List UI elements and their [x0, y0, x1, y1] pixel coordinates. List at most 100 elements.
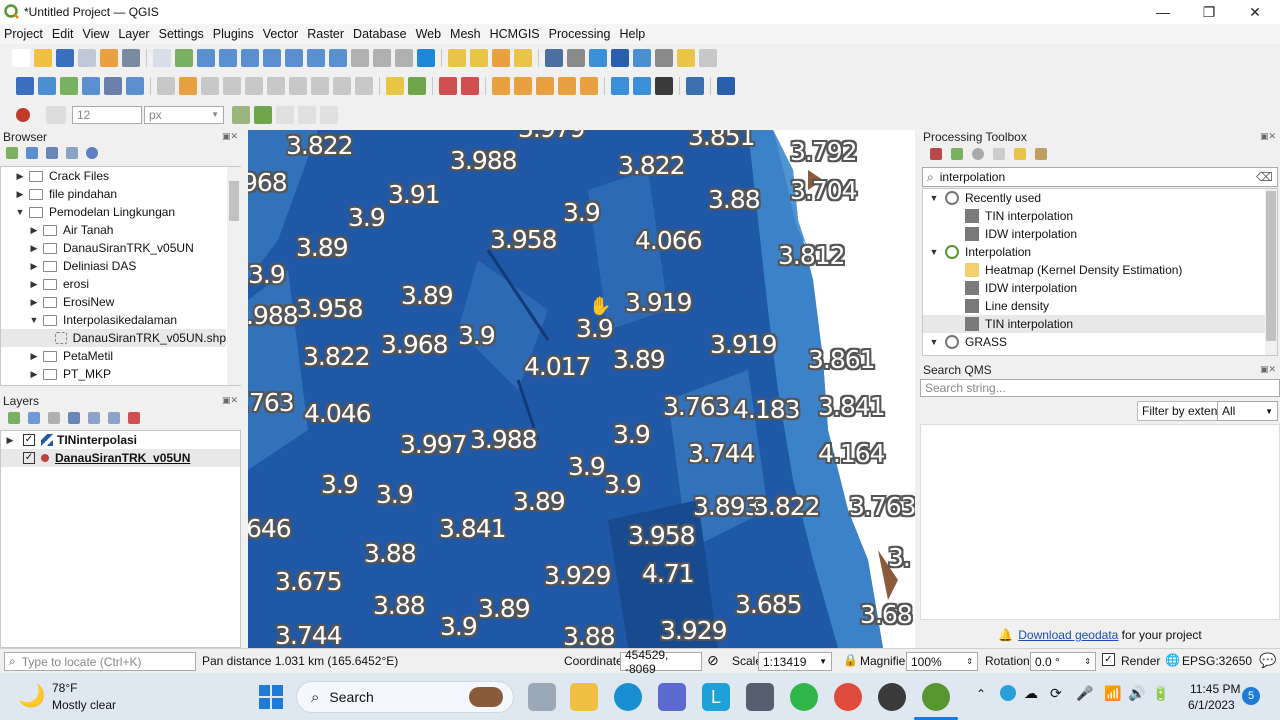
save-as-icon[interactable] [78, 48, 96, 67]
add-selected-icon[interactable] [6, 147, 18, 159]
qms-filter-select[interactable]: All ▼ [1217, 401, 1278, 421]
add-raster-icon[interactable] [82, 77, 100, 95]
refresh-icon[interactable] [417, 48, 435, 67]
collapsed-arrow-icon[interactable]: ▶ [29, 279, 39, 290]
pin-label-icon[interactable] [232, 105, 250, 124]
expanded-arrow-icon[interactable]: ▼ [929, 247, 939, 257]
panel-float-close-icon[interactable]: ▣✕ [1260, 364, 1276, 375]
deselect-icon[interactable] [448, 48, 466, 67]
options-icon[interactable] [1035, 148, 1047, 160]
python-console-icon[interactable] [611, 77, 629, 95]
snap-icon[interactable] [492, 77, 510, 95]
menu-hcmgis[interactable]: HCMGIS [486, 27, 544, 41]
clock-time[interactable]: 11:45 PM [1190, 682, 1240, 696]
browser-item[interactable]: ▶ ErosiNew [1, 293, 226, 311]
toolbox-item[interactable]: Line density [923, 297, 1265, 315]
select-value-icon[interactable] [470, 48, 488, 67]
render-checkbox[interactable]: ✓ [1102, 653, 1115, 666]
app-l-icon[interactable]: L [702, 683, 730, 711]
rotation-field[interactable]: 0.0 ° ⇕ [1030, 652, 1096, 671]
menu-edit[interactable]: Edit [48, 27, 78, 41]
add-vector-icon[interactable] [60, 77, 78, 95]
scale-select[interactable]: 1:13419 ▼ [758, 652, 832, 671]
collapsed-arrow-icon[interactable]: ▶ [15, 189, 25, 200]
wifi-icon[interactable]: 📶 [1104, 685, 1121, 702]
toolbox-item[interactable]: IDW interpolation [923, 225, 1265, 243]
edge-icon[interactable] [614, 683, 642, 711]
lock-icon[interactable]: 🔒 [843, 653, 858, 667]
pin-label-icon[interactable] [386, 77, 404, 95]
minimize-button[interactable]: — [1140, 0, 1186, 24]
toolbox-item[interactable]: Heatmap (Kernel Density Estimation) [923, 261, 1265, 279]
results-icon[interactable] [993, 148, 1005, 160]
microphone-icon[interactable]: 🎤 [1076, 685, 1093, 702]
save-edits-icon[interactable] [179, 77, 197, 95]
add-group-icon[interactable] [28, 412, 40, 424]
new-geopackage-icon[interactable] [38, 77, 56, 95]
collapse-all-icon[interactable] [108, 412, 120, 424]
panel-float-close-icon[interactable]: ▣✕ [222, 395, 238, 406]
collapsed-arrow-icon[interactable]: ▶ [29, 369, 39, 380]
unit-select[interactable]: px ▼ [144, 105, 224, 124]
zoom-last-icon[interactable] [307, 48, 325, 67]
zoom-in-icon[interactable] [175, 48, 193, 67]
tips-icon[interactable] [655, 48, 673, 67]
plugin-b-icon[interactable] [580, 77, 598, 95]
layout-icon[interactable] [100, 48, 118, 67]
rotate-label-icon[interactable] [298, 105, 316, 124]
browser-item[interactable]: ▶ Crack Files [1, 167, 226, 185]
menu-view[interactable]: View [78, 27, 113, 41]
move-label-icon[interactable] [276, 105, 294, 124]
messages-icon[interactable]: 💬 [1259, 652, 1276, 669]
plugin-a-icon[interactable] [558, 77, 576, 95]
browser-item[interactable]: ▶ erosi [1, 275, 226, 293]
qgis-taskbar-icon[interactable] [922, 683, 950, 711]
zoom-out-icon[interactable] [197, 48, 215, 67]
obs-icon[interactable] [878, 683, 906, 711]
search-icon[interactable] [677, 48, 695, 67]
remove-layer-icon[interactable] [128, 412, 140, 424]
toggle-editing-icon[interactable] [157, 77, 175, 95]
browser-item[interactable]: ▶ file pindahan [1, 185, 226, 203]
collapsed-arrow-icon[interactable]: ▶ [29, 225, 39, 236]
battery-icon[interactable]: 🔋 [1152, 685, 1169, 702]
history-icon[interactable] [972, 148, 984, 160]
zoom-native-icon[interactable] [285, 48, 303, 67]
add-csv-icon[interactable] [126, 77, 144, 95]
magnifier-field[interactable]: 100% ⇕ [906, 652, 978, 671]
size-toggle-icon[interactable] [46, 105, 66, 124]
toolbox-item[interactable]: ▼ Interpolation [923, 243, 1265, 261]
help-icon[interactable] [633, 77, 651, 95]
collapsed-arrow-icon[interactable]: ▶ [29, 261, 39, 272]
crs-button[interactable]: EPSG:32650 [1182, 654, 1252, 668]
menu-web[interactable]: Web [412, 27, 445, 41]
sync-icon[interactable]: ⟳ [1050, 685, 1062, 702]
expanded-arrow-icon[interactable]: ▼ [929, 193, 939, 203]
edit-features-icon[interactable] [1014, 148, 1026, 160]
field-calc-icon[interactable] [589, 48, 607, 67]
expanded-arrow-icon[interactable]: ▼ [15, 207, 25, 217]
filter-icon[interactable] [46, 147, 58, 159]
new-bookmark-icon[interactable] [351, 48, 369, 67]
browser-item[interactable]: ▶ PT_MKP [1, 365, 226, 383]
show-label-icon[interactable] [254, 105, 272, 124]
start-button[interactable] [259, 685, 283, 709]
open-project-icon[interactable] [34, 48, 52, 67]
menu-layer[interactable]: Layer [114, 27, 153, 41]
label-tool-icon[interactable] [16, 107, 30, 122]
toolbox-scrollbar[interactable] [1265, 189, 1277, 355]
font-size-field[interactable]: 12 [72, 105, 142, 124]
store-icon[interactable] [658, 683, 686, 711]
expanded-arrow-icon[interactable]: ▼ [29, 315, 39, 325]
menu-database[interactable]: Database [349, 27, 411, 41]
spinner-icon[interactable]: ⇕ [1084, 657, 1091, 666]
gps-icon[interactable] [536, 77, 554, 95]
new-project-icon[interactable] [699, 48, 717, 67]
clear-icon[interactable]: ⌫ [1256, 170, 1273, 184]
toolbox-item[interactable]: ▼ Recently used [923, 189, 1265, 207]
zoom-next-icon[interactable] [329, 48, 347, 67]
visibility-icon[interactable] [48, 412, 60, 424]
expand-arrow-icon[interactable]: ▶ [5, 435, 15, 446]
browser-item[interactable]: ▶ PetaMetil [1, 347, 226, 365]
clock-date[interactable]: 6/1/2023 [1188, 698, 1235, 712]
